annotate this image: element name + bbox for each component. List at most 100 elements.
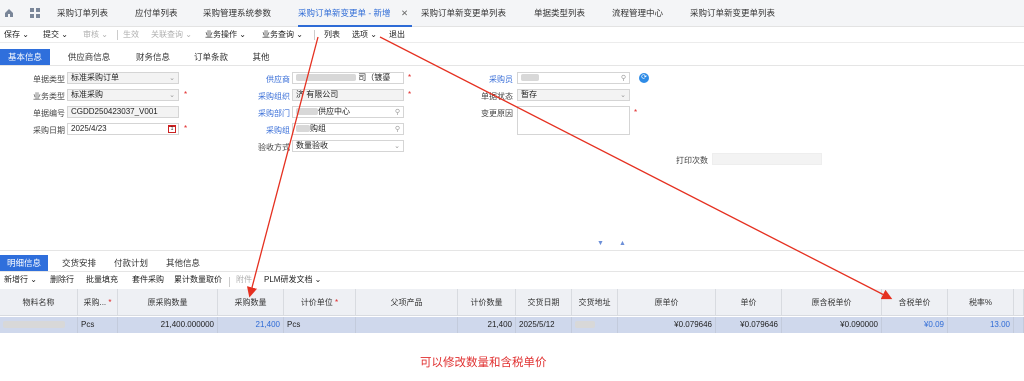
col-pricing-unit[interactable]: 计价单位 * — [284, 289, 356, 316]
options-label: 选项 — [352, 30, 368, 39]
tab-change-new[interactable]: 采购订单新变更单 - 新增 ✕ — [298, 0, 412, 27]
col-price[interactable]: 单价 — [716, 289, 782, 316]
doc-status-field[interactable]: 暂存 ⌄ — [517, 89, 630, 101]
tab-po-list[interactable]: 采购订单列表 — [57, 0, 108, 27]
tab-detail-info[interactable]: 明细信息 — [0, 255, 48, 271]
purchase-date-field[interactable]: 2025/4/23 1 — [67, 123, 179, 135]
purchase-dept-field[interactable]: 供应中心 ⚲ — [292, 106, 404, 118]
tab-supplier-info[interactable]: 供应商信息 — [60, 49, 118, 65]
tab-doctype-list[interactable]: 单据类型列表 — [534, 0, 585, 27]
audit-button[interactable]: 审核 ⌄ — [83, 29, 108, 41]
cell-orig-qty[interactable]: 21,400.000000 — [118, 317, 218, 333]
tab-payment-plan[interactable]: 付款计划 — [110, 255, 152, 271]
tab-other-info[interactable]: 其他信息 — [162, 255, 204, 271]
purchase-dept-label[interactable]: 采购部门 — [245, 108, 290, 119]
cell-pricing-unit[interactable]: Pcs — [284, 317, 356, 333]
list-button[interactable]: 列表 — [324, 29, 340, 41]
tab-delivery[interactable]: 交货安排 — [58, 255, 100, 271]
purchase-org-field[interactable]: 济 有限公司 — [292, 89, 404, 101]
plm-docs-button[interactable]: PLM研发文档 ⌄ — [264, 274, 321, 286]
redacted-text — [575, 321, 595, 329]
calendar-icon[interactable]: 1 — [168, 125, 176, 133]
col-orig-tax-price[interactable]: 原含税单价 — [782, 289, 882, 316]
supplier-field[interactable]: 司（镀鎏 — [292, 72, 404, 84]
options-button[interactable]: 选项 ⌄ — [352, 29, 377, 41]
save-button[interactable]: 保存 ⌄ — [4, 29, 29, 41]
cell-material-name[interactable] — [0, 317, 78, 333]
cell-parent-product[interactable] — [356, 317, 458, 333]
cell-delivery-addr[interactable] — [572, 317, 618, 333]
doc-no-field[interactable]: CGDD250423037_V001 — [67, 106, 179, 118]
kit-purchase-button[interactable]: 套件采购 — [132, 274, 164, 286]
biz-op-button[interactable]: 业务操作 ⌄ — [205, 29, 246, 41]
inspect-field[interactable]: 数量验收 ⌄ — [292, 140, 404, 152]
batch-fill-button[interactable]: 批量填充 — [86, 274, 118, 286]
cell-purchase-qty[interactable]: 21,400 — [218, 317, 284, 333]
exit-button[interactable]: 退出 — [389, 29, 405, 41]
purchase-org-label[interactable]: 采购组织 — [245, 91, 290, 102]
tab-order-terms[interactable]: 订单条款 — [187, 49, 235, 65]
col-parent-product[interactable]: 父项产品 — [356, 289, 458, 316]
biz-query-button[interactable]: 业务查询 ⌄ — [262, 29, 303, 41]
col-tax-price[interactable]: 含税单价 — [882, 289, 948, 316]
required-mark: * — [184, 90, 188, 99]
collapse-down-icon[interactable]: ▼ — [597, 240, 604, 247]
cumulative-price-button[interactable]: 累计数量取价 — [174, 274, 222, 286]
tab-params[interactable]: 采购管理系统参数 — [203, 0, 271, 27]
col-delivery-date[interactable]: 交货日期 — [516, 289, 572, 316]
col-tax-rate[interactable]: 税率% — [948, 289, 1014, 316]
print-count-label: 打印次数 — [676, 156, 708, 165]
col-orig-qty[interactable]: 原采购数量 — [118, 289, 218, 316]
col-delivery-addr[interactable]: 交货地址 — [572, 289, 618, 316]
col-material-name[interactable]: 物料名称 — [0, 289, 78, 316]
col-orig-price[interactable]: 原单价 — [618, 289, 716, 316]
buyer-label[interactable]: 采购员 — [468, 74, 513, 85]
link-query-button[interactable]: 关联查询 ⌄ — [151, 29, 192, 41]
buyer-field[interactable]: ⚲ — [517, 72, 630, 84]
change-reason-textarea[interactable] — [517, 106, 630, 135]
cell-purchase-unit[interactable]: Pcs — [78, 317, 118, 333]
tab-change-list-2[interactable]: 采购订单新变更单列表 — [690, 0, 775, 27]
supplier-label[interactable]: 供应商 — [245, 74, 290, 85]
submit-button[interactable]: 提交 ⌄ — [43, 29, 68, 41]
tab-ap-list[interactable]: 应付单列表 — [135, 0, 178, 27]
purchase-group-label[interactable]: 采购组 — [245, 125, 290, 136]
required-mark: * — [108, 298, 112, 307]
tab-change-list[interactable]: 采购订单新变更单列表 — [421, 0, 506, 27]
cell-pricing-qty[interactable]: 21,400 — [458, 317, 516, 333]
expand-up-icon[interactable]: ▲ — [619, 240, 626, 247]
search-icon[interactable]: ⚲ — [395, 108, 400, 117]
biz-query-label: 业务查询 — [262, 30, 294, 39]
cell-price[interactable]: ¥0.079646 — [716, 317, 782, 333]
required-mark: * — [408, 90, 412, 99]
cell-tax-price[interactable]: ¥0.09 — [882, 317, 948, 333]
cell-orig-tax-price[interactable]: ¥0.090000 — [782, 317, 882, 333]
purchase-dept-value: 供应中心 — [318, 107, 350, 116]
col-purchase-unit[interactable]: 采购... * — [78, 289, 118, 316]
col-pricing-qty[interactable]: 计价数量 — [458, 289, 516, 316]
add-row-button[interactable]: 新增行 ⌄ — [4, 274, 37, 286]
cell-delivery-date[interactable]: 2025/5/12 — [516, 317, 572, 333]
tab-workflow[interactable]: 流程管理中心 — [612, 0, 663, 27]
cell-more — [1014, 317, 1024, 333]
effect-button[interactable]: 生效 — [123, 29, 139, 41]
purchase-group-field[interactable]: 购组 ⚲ — [292, 123, 404, 135]
biz-type-field[interactable]: 标准采购 ⌄ — [67, 89, 179, 101]
refresh-icon[interactable]: ⟳ — [639, 73, 649, 83]
search-icon[interactable]: ⚲ — [621, 74, 626, 83]
col-purchase-qty[interactable]: 采购数量 — [218, 289, 284, 316]
attachment-button[interactable]: 附件 — [236, 274, 252, 286]
tab-basic-info[interactable]: 基本信息 — [0, 49, 50, 65]
search-icon[interactable]: ⚲ — [395, 125, 400, 134]
redacted-text — [296, 125, 310, 133]
cell-orig-price[interactable]: ¥0.079646 — [618, 317, 716, 333]
app-grid-icon[interactable] — [30, 8, 40, 18]
cell-tax-rate[interactable]: 13.00 — [948, 317, 1014, 333]
doc-type-field[interactable]: 标准采购订单 ⌄ — [67, 72, 179, 84]
delete-row-button[interactable]: 删除行 — [50, 274, 74, 286]
tab-other[interactable]: 其他 — [245, 49, 277, 65]
close-icon[interactable]: ✕ — [401, 0, 408, 27]
required-mark: * — [335, 298, 339, 307]
home-icon[interactable] — [4, 8, 14, 18]
tab-finance-info[interactable]: 财务信息 — [129, 49, 177, 65]
